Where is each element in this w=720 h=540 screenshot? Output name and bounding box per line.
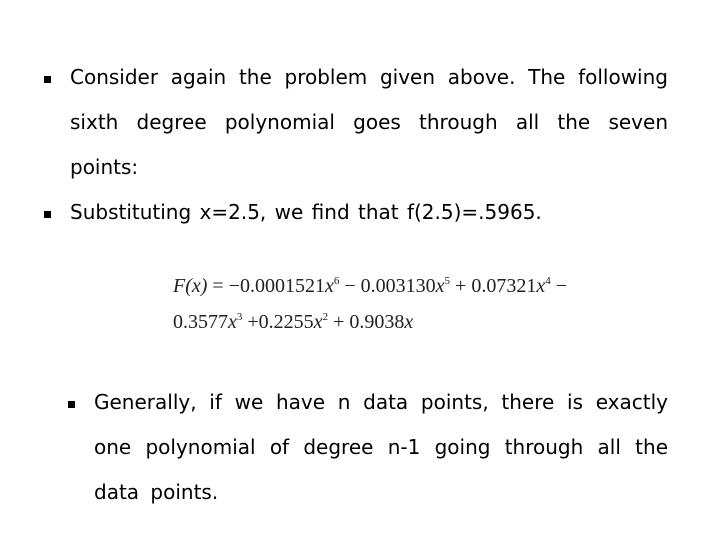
trailing-sign: − (550, 275, 567, 297)
bullet-item-substituting: Substituting x=2.5, we find that f(2.5)=… (44, 190, 668, 235)
equation-lhs: F(x) (173, 275, 208, 297)
square-bullet-icon (68, 401, 75, 408)
bullet-item-consider: Consider again the problem given above. … (44, 55, 668, 190)
bullet-text: Generally, if we have n data points, the… (94, 390, 668, 504)
term: −0.0001521x6 (228, 275, 340, 297)
equation-line-1: F(x) = −0.0001521x6 − 0.003130x5 + 0.073… (173, 268, 633, 304)
term: + 0.07321x4 (450, 275, 551, 297)
term: + 0.9038x (328, 311, 414, 333)
square-bullet-icon (44, 211, 51, 218)
term: +0.2255x2 (242, 311, 329, 333)
equation-line-2: 0.3577x3 +0.2255x2 + 0.9038x (173, 304, 633, 340)
equals-sign: = (207, 275, 229, 297)
bullet-item-generally: Generally, if we have n data points, the… (68, 380, 668, 515)
term: − 0.003130x5 (339, 275, 451, 297)
square-bullet-icon (44, 76, 51, 83)
bullet-text: Substituting x=2.5, we find that f(2.5)=… (70, 200, 542, 224)
term: 0.3577x3 (173, 311, 243, 333)
polynomial-equation: F(x) = −0.0001521x6 − 0.003130x5 + 0.073… (173, 268, 633, 340)
bullet-text: Consider again the problem given above. … (70, 65, 668, 179)
